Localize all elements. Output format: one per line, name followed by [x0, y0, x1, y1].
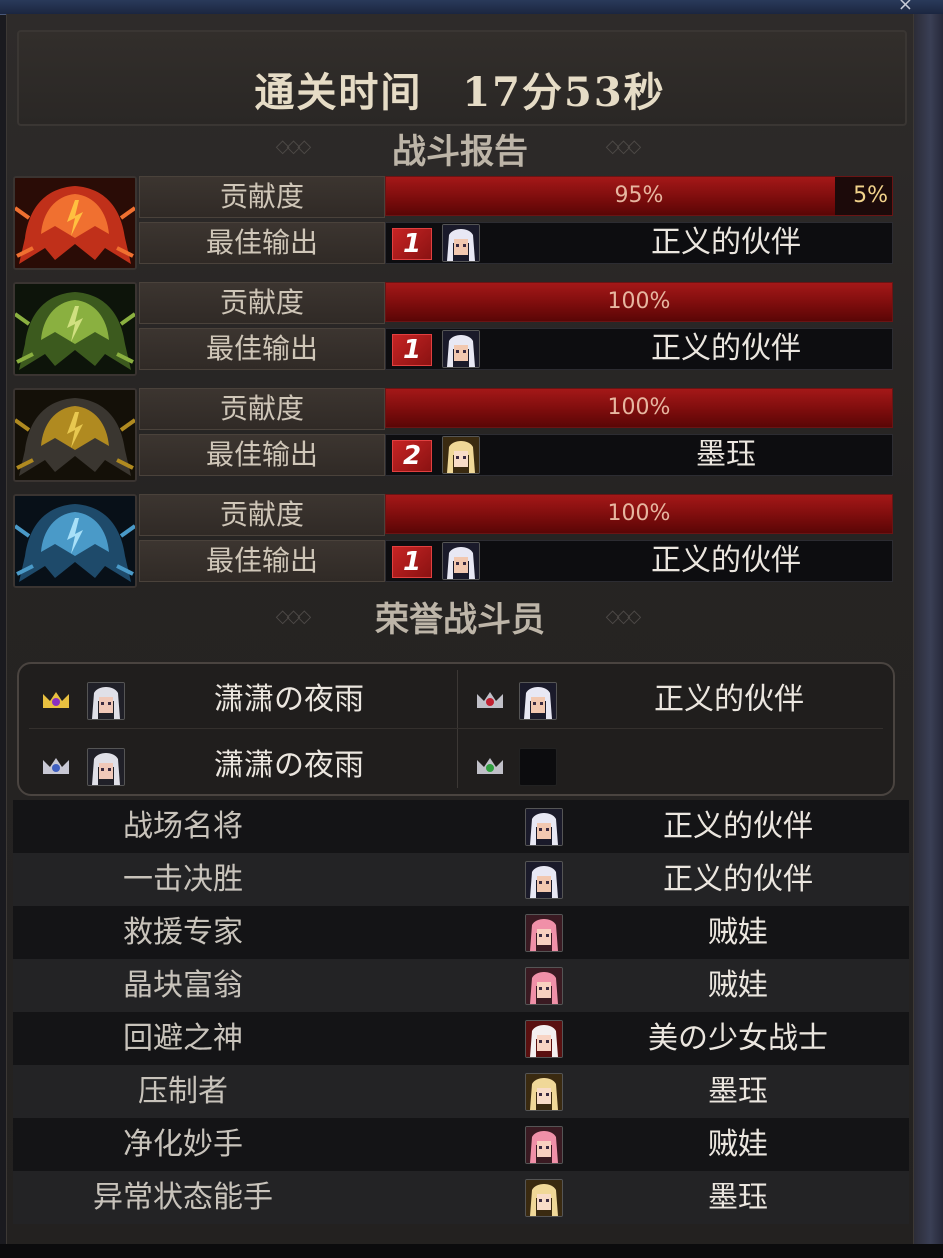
report-row: 贡献度 100% 最佳输出 2 墨珏	[13, 388, 893, 486]
award-title: 回避之神	[123, 1021, 243, 1056]
blonde-avatar	[442, 436, 480, 474]
best-player-name[interactable]: 正义的伙伴	[566, 329, 886, 369]
silver-hair-avatar	[87, 682, 125, 720]
best-output-box: 1 正义的伙伴	[385, 222, 893, 264]
battle-report-title: 战斗报告	[392, 132, 528, 172]
award-row: 一击决胜 正义的伙伴	[13, 853, 909, 906]
contribution-label: 贡献度	[139, 388, 385, 430]
honor-player-name[interactable]: 潇潇の夜雨	[139, 680, 439, 720]
blonde-avatar	[525, 1179, 563, 1217]
contribution-bar: 100%	[385, 388, 893, 428]
contribution-bar: 95% 5%	[385, 176, 893, 216]
award-title: 救援专家	[123, 915, 243, 950]
best-player-name[interactable]: 正义的伙伴	[566, 223, 886, 263]
best-output-label: 最佳输出	[139, 222, 385, 264]
pink-hair-avatar	[525, 1126, 563, 1164]
report-row: 贡献度 95% 5% 最佳输出 1 正义的伙伴	[13, 176, 893, 274]
battle-report-panel: 通关时间 17分53秒 ◇◇◇ ◇◇◇ 战斗报告 贡献度 95% 5% 最佳输出 1 正义…	[6, 14, 914, 1244]
award-player-name[interactable]: 贼娃	[573, 906, 903, 959]
white-hair-avatar	[525, 808, 563, 846]
gold-crown-icon	[41, 690, 71, 710]
report-row: 贡献度 100% 最佳输出 1 正义的伙伴	[13, 494, 893, 592]
honor-player-name[interactable]: 正义的伙伴	[579, 680, 879, 720]
honor-title: 荣誉战斗员	[375, 600, 545, 640]
gold-dark-helm-icon	[13, 388, 137, 482]
best-output-label: 最佳输出	[139, 434, 385, 476]
contribution-percent: 95%	[614, 183, 664, 208]
best-output-label: 最佳输出	[139, 540, 385, 582]
background-edge	[912, 14, 943, 1244]
green-gem-crown-icon	[475, 756, 505, 776]
contribution-bar: 100%	[385, 494, 893, 534]
green-thorn-helm-icon	[13, 282, 137, 376]
award-row: 战场名将 正义的伙伴	[13, 800, 909, 853]
clear-time-label: 通关时间	[254, 69, 423, 116]
close-icon[interactable]: ×	[898, 0, 913, 15]
contribution-percent: 100%	[607, 395, 671, 420]
empty-avatar-slot	[519, 748, 557, 786]
honor-box: 潇潇の夜雨 正义的伙伴 潇潇の夜雨	[17, 662, 895, 796]
red-gem-crown-icon	[475, 690, 505, 710]
contribution-bar: 100%	[385, 282, 893, 322]
award-row: 压制者 墨珏	[13, 1065, 909, 1118]
background-edge-bottom	[0, 1244, 943, 1258]
award-title: 异常状态能手	[93, 1180, 273, 1215]
award-row: 回避之神 美の少女战士	[13, 1012, 909, 1065]
award-row: 晶块富翁 贼娃	[13, 959, 909, 1012]
contribution-label: 贡献度	[139, 282, 385, 324]
clear-time-value: 17分53秒	[462, 69, 666, 116]
rank-badge: 1	[392, 228, 432, 260]
award-title: 压制者	[138, 1074, 228, 1109]
white-hair-avatar	[519, 682, 557, 720]
silver-hair-avatar	[87, 748, 125, 786]
window-title-bar: ×	[0, 0, 943, 15]
contribution-percent: 100%	[607, 289, 671, 314]
best-output-label: 最佳输出	[139, 328, 385, 370]
remainder-percent: 5%	[853, 183, 888, 208]
award-player-name[interactable]: 正义的伙伴	[573, 853, 903, 906]
contribution-percent: 100%	[607, 501, 671, 526]
award-player-name[interactable]: 贼娃	[573, 1118, 903, 1171]
contribution-label: 贡献度	[139, 176, 385, 218]
pink-hair-avatar	[525, 967, 563, 1005]
red-white-hair-avatar	[525, 1020, 563, 1058]
report-row: 贡献度 100% 最佳输出 1 正义的伙伴	[13, 282, 893, 380]
rank-badge: 1	[392, 334, 432, 366]
divider	[29, 728, 883, 729]
blue-ice-helm-icon	[13, 494, 137, 588]
red-flame-helm-icon	[13, 176, 137, 270]
award-title: 一击决胜	[123, 862, 243, 897]
award-player-name[interactable]: 墨珏	[573, 1171, 903, 1224]
honor-player-name[interactable]	[579, 746, 879, 786]
best-player-name[interactable]: 墨珏	[566, 435, 886, 475]
rank-badge: 1	[392, 546, 432, 578]
award-player-name[interactable]: 贼娃	[573, 959, 903, 1012]
award-player-name[interactable]: 正义的伙伴	[573, 800, 903, 853]
best-output-box: 2 墨珏	[385, 434, 893, 476]
blonde-avatar	[525, 1073, 563, 1111]
award-player-name[interactable]: 墨珏	[573, 1065, 903, 1118]
pink-hair-avatar	[525, 914, 563, 952]
clear-time: 通关时间 17分53秒	[7, 60, 913, 118]
award-title: 净化妙手	[123, 1127, 243, 1162]
honor-player-name[interactable]: 潇潇の夜雨	[139, 746, 439, 786]
best-player-name[interactable]: 正义的伙伴	[566, 541, 886, 581]
best-output-box: 1 正义的伙伴	[385, 328, 893, 370]
white-hair-avatar	[442, 330, 480, 368]
silver-crown-icon	[41, 756, 71, 776]
contribution-label: 贡献度	[139, 494, 385, 536]
award-row: 异常状态能手 墨珏	[13, 1171, 909, 1224]
white-hair-avatar	[442, 542, 480, 580]
divider	[457, 670, 458, 788]
white-hair-avatar	[525, 861, 563, 899]
best-output-box: 1 正义的伙伴	[385, 540, 893, 582]
award-title: 战场名将	[123, 809, 243, 844]
award-title: 晶块富翁	[123, 968, 243, 1003]
rank-badge: 2	[392, 440, 432, 472]
award-row: 净化妙手 贼娃	[13, 1118, 909, 1171]
award-row: 救援专家 贼娃	[13, 906, 909, 959]
white-hair-avatar	[442, 224, 480, 262]
award-player-name[interactable]: 美の少女战士	[573, 1012, 903, 1065]
